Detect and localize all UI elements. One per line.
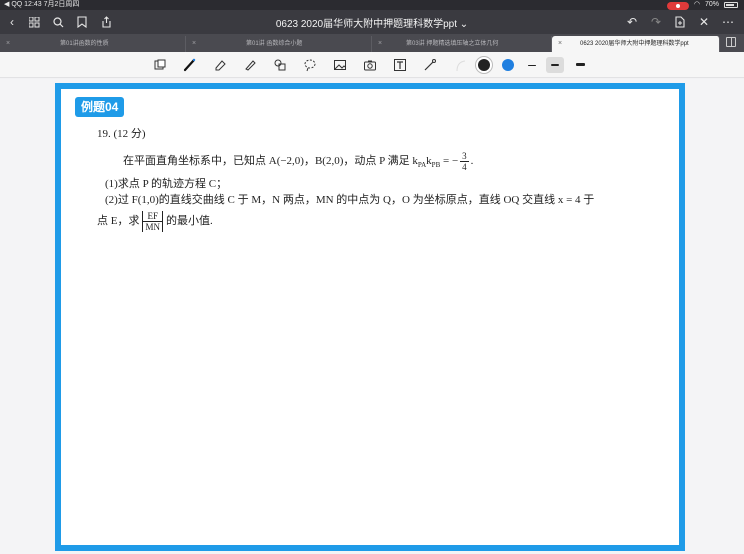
recording-icon [666,1,689,10]
status-bar: ◀ QQ 12:43 7月2日周四 ◠ 70% [0,0,744,10]
color-black-swatch[interactable] [478,59,490,71]
slide[interactable]: 例题04 19. (12 分) 在平面直角坐标系中，已知点 A(−2,0)，B(… [55,83,685,551]
line4-start: 点 E，求 [97,215,140,228]
tab-close-icon[interactable]: × [192,36,196,52]
tab-label: 0623 2020届华师大附中押题理科数学ppt [580,41,689,47]
problem-line-4: 点 E，求 EF MN 的最小值. [97,211,213,232]
battery-icon [724,2,738,8]
frac-num: 3 [460,151,469,162]
stroke-medium [551,64,559,66]
problem-number: 19. (12 分) [97,128,146,140]
sub-pa: PA [417,161,427,170]
frac-den: MN [142,222,163,232]
tab-1[interactable]: × 第01讲函数的性质 [0,36,186,52]
status-right: ◠ 70% [666,0,738,10]
tab-label: 第03讲 押题精选填压轴之立体几何 [406,41,499,47]
tab-label: 第01讲函数的性质 [60,41,109,47]
fraction-ef-mn: EF MN [141,211,164,232]
tab-label: 第01讲 函数综合小题 [246,41,303,47]
tab-close-icon[interactable]: × [558,36,562,52]
eraser-icon[interactable] [212,57,228,73]
divider-icon [452,57,468,73]
fraction-3-4: 34 [460,151,469,172]
stroke-thin[interactable] [528,65,536,66]
stroke-thick[interactable] [576,63,585,66]
laser-icon[interactable] [422,57,438,73]
color-blue-swatch[interactable] [502,59,514,71]
highlighter-icon[interactable] [242,57,258,73]
status-left: ◀ QQ 12:43 7月2日周四 [4,1,80,8]
split-view-icon[interactable] [726,37,736,47]
tab-close-icon[interactable]: × [378,36,382,52]
tab-3[interactable]: × 第03讲 押题精选填压轴之立体几何 [372,36,552,52]
tab-2[interactable]: × 第01讲 函数综合小题 [186,36,372,52]
example-badge: 例题04 [75,97,125,117]
problem-line-2: (1)求点 P 的轨迹方程 C； [105,178,228,190]
tab-close-icon[interactable]: × [6,36,10,52]
tab-bar: × 第01讲函数的性质 × 第01讲 函数综合小题 × 第03讲 押题精选填压轴… [0,34,744,52]
line1-text: 在平面直角坐标系中，已知点 A(−2,0)，B(2,0)，动点 P 满足 k [123,155,418,168]
tab-4-active[interactable]: × 0623 2020届华师大附中押题理科数学ppt [552,36,720,52]
drawing-toolbar [0,52,744,78]
pen-icon[interactable] [182,57,198,73]
sub-pb: PB [431,161,441,170]
add-page-icon[interactable] [672,14,688,30]
undo-icon[interactable]: ↶ [624,14,640,30]
select-icon[interactable] [152,57,168,73]
problem-line-3: (2)过 F(1,0)的直线交曲线 C 于 M，N 两点，MN 的中点为 Q，O… [105,194,595,206]
title-bar: ‹ 0623 2020届华师大附中押题理科数学ppt ⌄ ↶ ↷ ✕ ⋯ [0,10,744,34]
frac-den: 4 [462,162,467,172]
image-icon[interactable] [332,57,348,73]
camera-icon[interactable] [362,57,378,73]
line1-end: . [470,155,474,168]
problem-line-1: 在平面直角坐标系中，已知点 A(−2,0)，B(2,0)，动点 P 满足 kPA… [123,151,473,172]
line4-end: 的最小值. [166,215,213,228]
redo-icon[interactable]: ↷ [648,14,664,30]
frac-num: EF [142,211,163,222]
shapes-icon[interactable] [272,57,288,73]
wifi-icon: ◠ [693,1,700,8]
canvas-area[interactable]: 例题04 19. (12 分) 在平面直角坐标系中，已知点 A(−2,0)，B(… [0,79,744,554]
lasso-icon[interactable] [302,57,318,73]
more-icon[interactable]: ⋯ [720,14,736,30]
text-icon[interactable] [392,57,408,73]
line1-eq: = − [440,155,459,168]
close-icon[interactable]: ✕ [696,14,712,30]
battery-percent: 70% [704,1,719,8]
